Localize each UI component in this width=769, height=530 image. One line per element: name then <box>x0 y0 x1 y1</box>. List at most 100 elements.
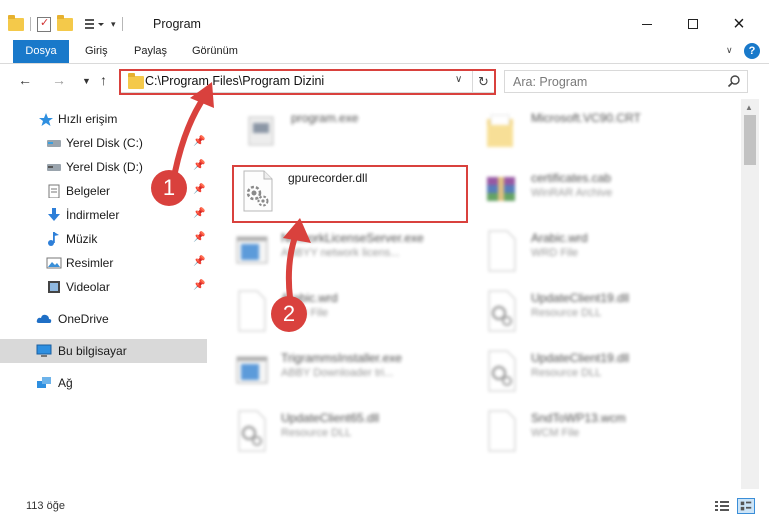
sidebar-item-label: Yerel Disk (C:) <box>66 136 143 150</box>
file-icon <box>488 410 516 452</box>
file-list: program.exe Microsoft.VC90.CRT gpurecord… <box>207 99 741 489</box>
sidebar-item-videos[interactable]: Videolar 📌 <box>0 275 207 299</box>
file-item[interactable]: UpdateClient19.dll Resource DLL <box>477 285 717 341</box>
sidebar-item-label: İndirmeler <box>66 208 120 222</box>
step-2-badge: 2 <box>271 296 307 332</box>
file-item[interactable]: Microsoft.VC90.CRT <box>477 105 717 161</box>
tab-file[interactable]: Dosya <box>13 40 69 63</box>
sidebar-item-label: OneDrive <box>58 312 109 326</box>
navigation-pane: Hızlı erişim Yerel Disk (C:) 📌 Yerel Dis… <box>0 99 207 489</box>
sidebar-item-network[interactable]: Ağ <box>0 371 207 395</box>
scroll-thumb[interactable] <box>744 115 756 165</box>
pin-icon[interactable]: 📌 <box>193 136 205 147</box>
tab-home[interactable]: Giriş <box>73 40 120 63</box>
pin-icon[interactable]: 📌 <box>193 208 205 219</box>
file-type: Resource DLL <box>531 307 602 319</box>
recent-locations-icon[interactable]: ▼ <box>82 76 91 86</box>
maximize-icon <box>688 19 698 29</box>
sidebar-item-label: Yerel Disk (D:) <box>66 160 143 174</box>
file-item[interactable]: Arabic.wrd WRD File <box>227 285 467 341</box>
file-type: ABBY Downloader tri... <box>281 367 394 379</box>
search-placeholder: Ara: Program <box>513 75 588 89</box>
up-arrow-icon[interactable]: ↑ <box>100 72 107 88</box>
star-icon <box>39 113 53 126</box>
exe-window-icon <box>236 356 268 384</box>
separator <box>121 17 123 31</box>
close-icon: × <box>733 12 745 35</box>
file-name: TrigrammsInstaller.exe <box>281 351 402 365</box>
file-name: Arabic.wrd <box>531 231 588 245</box>
documents-icon <box>48 184 60 198</box>
file-item[interactable]: Arabic.wrd WRD File <box>477 225 717 281</box>
sidebar-item-this-pc[interactable]: Bu bilgisayar <box>0 339 207 363</box>
pin-icon[interactable]: 📌 <box>193 256 205 267</box>
maximize-button[interactable] <box>670 8 716 40</box>
sidebar-item-onedrive[interactable]: OneDrive <box>0 307 207 331</box>
file-name: UpdateClient65.dll <box>281 411 380 425</box>
sidebar-item-label: Resimler <box>66 256 114 270</box>
file-icon <box>238 290 266 332</box>
tiles-view-icon[interactable] <box>737 498 755 514</box>
qa-dropdown-icon[interactable]: ▾ <box>111 19 116 30</box>
network-icon <box>37 377 51 388</box>
file-type: WinRAR Archive <box>531 187 613 199</box>
expand-ribbon-icon[interactable]: ∨ <box>726 45 733 56</box>
search-input[interactable]: Ara: Program <box>504 70 748 93</box>
close-button[interactable]: × <box>716 8 762 40</box>
exe-window-icon <box>236 236 268 264</box>
new-folder-icon[interactable] <box>57 14 73 31</box>
pin-icon[interactable]: 📌 <box>193 184 205 195</box>
status-bar: 113 öğe <box>0 489 769 530</box>
minimize-icon <box>642 23 652 25</box>
file-item[interactable]: SndToWP13.wcm WCM File <box>477 405 717 461</box>
pictures-icon <box>46 257 62 269</box>
vertical-scrollbar[interactable]: ▲ <box>741 99 759 489</box>
help-icon[interactable]: ? <box>744 43 760 59</box>
sidebar-item-downloads[interactable]: İndirmeler 📌 <box>0 203 207 227</box>
file-highlight-box <box>232 165 468 223</box>
file-type: Resource DLL <box>531 367 602 379</box>
sidebar-item-quick-access[interactable]: Hızlı erişim <box>0 107 207 131</box>
item-count: 113 öğe <box>26 500 65 512</box>
details-view-icon[interactable] <box>713 498 731 514</box>
sidebar-item-music[interactable]: Müzik 📌 <box>0 227 207 251</box>
file-name: Microsoft.VC90.CRT <box>531 111 641 125</box>
pin-icon[interactable]: 📌 <box>193 232 205 243</box>
sidebar-item-label: Belgeler <box>66 184 111 198</box>
file-item[interactable]: UpdateClient65.dll Resource DLL <box>227 405 467 461</box>
tab-share[interactable]: Paylaş <box>122 40 179 63</box>
quick-access-toolbar: ▾ <box>8 14 123 34</box>
sidebar-item-label: Bu bilgisayar <box>58 344 127 358</box>
pin-icon[interactable]: 📌 <box>193 280 205 291</box>
folder-icon <box>8 14 24 31</box>
tab-view[interactable]: Görünüm <box>180 40 250 63</box>
dll-icon <box>488 350 516 392</box>
drive-icon <box>47 140 61 147</box>
scroll-up-icon[interactable]: ▲ <box>745 103 753 112</box>
minimize-button[interactable] <box>624 8 670 40</box>
computer-icon <box>36 344 52 357</box>
customize-icon[interactable] <box>79 16 105 32</box>
downloads-icon <box>48 208 60 221</box>
window-title: Program <box>153 17 201 31</box>
file-item[interactable]: TrigrammsInstaller.exe ABBY Downloader t… <box>227 345 467 401</box>
file-name: certificates.cab <box>531 171 612 185</box>
search-icon[interactable] <box>727 74 741 88</box>
forward-arrow-icon[interactable]: → <box>52 72 66 88</box>
file-name: UpdateClient19.dll <box>531 351 630 365</box>
sidebar-item-label: Müzik <box>66 232 98 246</box>
pin-icon[interactable]: 📌 <box>193 160 205 171</box>
drive-icon <box>47 164 61 171</box>
file-icon <box>488 230 516 272</box>
file-item[interactable]: UpdateClient19.dll Resource DLL <box>477 345 717 401</box>
videos-icon <box>48 281 60 293</box>
sidebar-item-pictures[interactable]: Resimler 📌 <box>0 251 207 275</box>
sidebar-item-label: Videolar <box>66 280 110 294</box>
back-arrow-icon[interactable]: ← <box>18 72 32 88</box>
file-item[interactable]: NetworkLicenseServer.exe ABBYY network l… <box>227 225 467 281</box>
exe-icon <box>248 116 274 146</box>
sidebar-item-local-disk-c[interactable]: Yerel Disk (C:) 📌 <box>0 131 207 155</box>
properties-icon[interactable] <box>37 16 51 32</box>
file-item[interactable]: certificates.cab WinRAR Archive <box>477 165 717 221</box>
file-item[interactable]: program.exe <box>237 105 477 161</box>
